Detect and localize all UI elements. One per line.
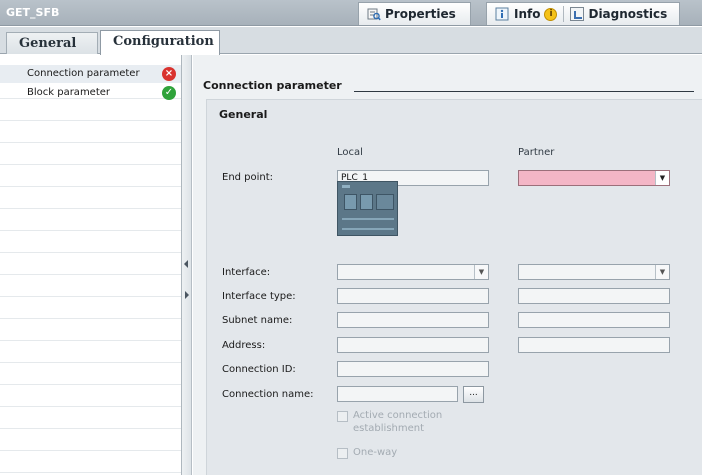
section-divider	[354, 91, 694, 92]
properties-tab[interactable]: Properties	[358, 2, 471, 25]
local-interface-dropdown[interactable]: ▼	[337, 264, 489, 280]
general-group: General Local Partner End point: PLC_1 ▼…	[206, 99, 702, 475]
local-column-header: Local	[337, 147, 363, 158]
cpu-module-slot	[360, 194, 373, 210]
cpu-module-slot	[376, 194, 394, 210]
cpu-status-led	[342, 185, 350, 188]
one-way-checkbox[interactable]	[337, 448, 348, 459]
active-connection-checkbox[interactable]	[337, 411, 348, 422]
window-title: GET_SFB	[6, 6, 60, 19]
expand-right-icon[interactable]	[185, 291, 189, 299]
interface-type-label: Interface type:	[222, 291, 296, 302]
section-title: Connection parameter	[203, 79, 342, 92]
partner-end-point-dropdown[interactable]: ▼	[518, 170, 670, 186]
diagnostics-icon	[570, 7, 585, 21]
group-title: General	[219, 108, 268, 121]
properties-icon	[367, 7, 381, 21]
cpu-module-slot	[344, 194, 357, 210]
browse-button[interactable]: ...	[463, 386, 484, 403]
address-label: Address:	[222, 340, 266, 351]
one-way-label: One-way	[353, 447, 398, 458]
end-point-label: End point:	[222, 172, 274, 183]
connection-id-label: Connection ID:	[222, 364, 296, 375]
tab-configuration[interactable]: Configuration	[100, 30, 220, 55]
local-interface-type-field[interactable]	[337, 288, 489, 304]
nav-item-label: Block parameter	[27, 87, 111, 98]
panel-splitter[interactable]	[182, 55, 192, 475]
properties-tab-label: Properties	[385, 7, 456, 21]
check-icon: ✓	[162, 86, 176, 100]
info-diagnostics-tabs: Info i Diagnostics	[486, 2, 680, 25]
chevron-down-icon[interactable]: ▼	[655, 265, 669, 279]
diagnostics-tab[interactable]: Diagnostics	[588, 7, 667, 21]
connection-name-label: Connection name:	[222, 389, 314, 400]
partner-address-field[interactable]	[518, 337, 670, 353]
info-tab[interactable]: Info	[514, 7, 540, 21]
interface-label: Interface:	[222, 267, 271, 278]
partner-interface-type-field[interactable]	[518, 288, 670, 304]
nav-item-block-parameter[interactable]: Block parameter ✓	[0, 84, 181, 102]
cpu-front-strip	[342, 228, 394, 230]
parameter-navigation: Connection parameter × Block parameter ✓	[0, 55, 182, 475]
cpu-front-strip	[342, 218, 394, 220]
connection-id-field[interactable]	[337, 361, 489, 377]
chevron-down-icon[interactable]: ▼	[655, 171, 669, 185]
property-tab-bar: General Configuration	[0, 27, 702, 55]
partner-subnet-name-field[interactable]	[518, 312, 670, 328]
local-subnet-name-field[interactable]	[337, 312, 489, 328]
active-connection-label: Active connection establishment	[353, 410, 443, 434]
navigation-grid-lines	[0, 55, 181, 475]
tab-separator	[563, 6, 565, 22]
configuration-panel: Connection parameter General Local Partn…	[193, 55, 702, 475]
info-icon	[495, 7, 510, 21]
error-icon: ×	[162, 67, 176, 81]
subnet-name-label: Subnet name:	[222, 315, 293, 326]
partner-column-header: Partner	[518, 147, 555, 158]
info-warning-icon: i	[544, 7, 558, 21]
chevron-down-icon[interactable]: ▼	[474, 265, 488, 279]
partner-interface-dropdown[interactable]: ▼	[518, 264, 670, 280]
connection-name-field[interactable]	[337, 386, 458, 402]
inspector-title-bar: GET_SFB Properties Info i Diagnostics	[0, 0, 702, 26]
nav-item-label: Connection parameter	[27, 68, 140, 79]
collapse-left-icon[interactable]	[184, 260, 188, 268]
nav-item-connection-parameter[interactable]: Connection parameter ×	[0, 65, 181, 83]
local-address-field[interactable]	[337, 337, 489, 353]
tab-general[interactable]: General	[6, 32, 98, 54]
plc-cpu-icon	[337, 181, 398, 236]
